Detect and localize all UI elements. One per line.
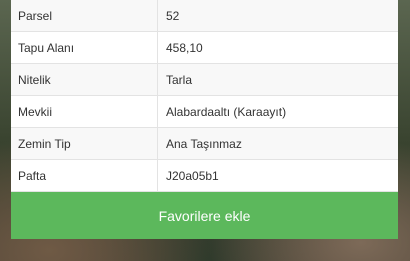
row-value-zemin-tip: Ana Taşınmaz [157,127,398,160]
table-row: Zemin Tip Ana Taşınmaz [11,127,398,160]
table-row: Nitelik Tarla [11,63,398,96]
row-label-pafta: Pafta [11,159,158,192]
row-label-zemin-tip: Zemin Tip [11,127,158,160]
table-row: Mevkii Alabardaaltı (Karaayıt) [11,95,398,128]
row-value-mevkii: Alabardaaltı (Karaayıt) [157,95,398,128]
row-label-tapu-alani: Tapu Alanı [11,31,158,64]
parcel-info-table: Parsel 52 Tapu Alanı 458,10 Nitelik Tarl… [11,0,398,192]
add-to-favorites-button[interactable]: Favorilere ekle [11,192,398,239]
row-label-parsel: Parsel [11,0,158,32]
parcel-info-card: Parsel 52 Tapu Alanı 458,10 Nitelik Tarl… [11,0,398,239]
row-label-mevkii: Mevkii [11,95,158,128]
table-row: Tapu Alanı 458,10 [11,31,398,64]
table-row: Parsel 52 [11,0,398,32]
row-value-pafta: J20a05b1 [157,159,398,192]
row-value-parsel: 52 [157,0,398,32]
row-value-nitelik: Tarla [157,63,398,96]
table-row: Pafta J20a05b1 [11,159,398,192]
row-value-tapu-alani: 458,10 [157,31,398,64]
row-label-nitelik: Nitelik [11,63,158,96]
